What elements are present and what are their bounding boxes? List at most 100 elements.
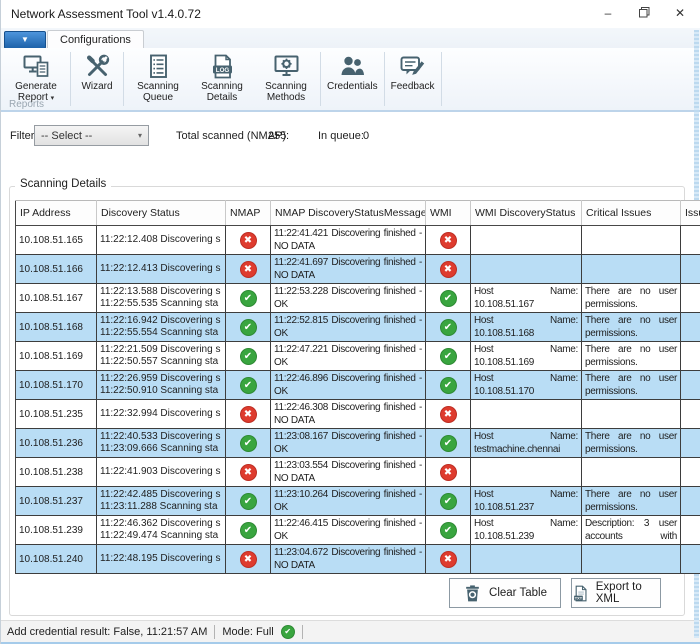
tools-icon bbox=[84, 52, 111, 80]
chevron-down-icon: ▾ bbox=[51, 95, 55, 102]
cell-issue-score: 0 bbox=[681, 226, 700, 255]
error-status-icon: ✖ bbox=[440, 551, 457, 568]
cell-wmi-status: ✖ bbox=[426, 545, 471, 574]
success-status-icon: ✔ bbox=[440, 493, 457, 510]
cell-issue-score: 80 bbox=[681, 342, 700, 371]
ribbon-button-label: Wizard bbox=[81, 81, 112, 92]
ribbon-button-scanning-queue[interactable]: Scanning Queue bbox=[126, 51, 190, 103]
app-menu-button[interactable]: ▼ bbox=[4, 31, 46, 49]
cell-nmap-status: ✖ bbox=[226, 255, 271, 284]
cell-critical-issues: There are no user permissions. bbox=[582, 342, 681, 371]
table-row-10.108.51.238[interactable]: 10.108.51.23811:22:41.903 Discovering s✖… bbox=[16, 458, 700, 487]
table-row-10.108.51.239[interactable]: 10.108.51.23911:22:46.362 Discovering s1… bbox=[16, 516, 700, 545]
status-bar: Add credential result: False, 11:21:57 A… bbox=[1, 620, 700, 642]
cell-nmap-status: ✔ bbox=[226, 371, 271, 400]
table-row-10.108.51.237[interactable]: 10.108.51.23711:22:42.485 Discovering s1… bbox=[16, 487, 700, 516]
cell-wmi-status: ✔ bbox=[426, 284, 471, 313]
cell-wmi-status: ✔ bbox=[426, 487, 471, 516]
cell-discovery-status: 11:22:41.903 Discovering s bbox=[97, 458, 226, 487]
ribbon-toolbar: Generate Report ▾WizardScanning QueueLOG… bbox=[1, 48, 700, 112]
filter-selected-value: -- Select -- bbox=[41, 130, 92, 142]
ribbon-button-wizard[interactable]: Wizard bbox=[73, 51, 121, 92]
close-button[interactable]: ✕ bbox=[662, 0, 698, 25]
mode-text: Mode: Full bbox=[222, 626, 273, 638]
column-header-nmap-discoverystatusmessage[interactable]: NMAP DiscoveryStatusMessage bbox=[271, 201, 426, 226]
column-header-wmi[interactable]: WMI bbox=[426, 201, 471, 226]
cell-discovery-status: 11:22:12.408 Discovering s bbox=[97, 226, 226, 255]
table-row-10.108.51.167[interactable]: 10.108.51.16711:22:13.588 Discovering s1… bbox=[16, 284, 700, 313]
cell-critical-issues bbox=[582, 226, 681, 255]
cell-issue-score: 0 bbox=[681, 429, 700, 458]
cell-nmap-message: 11:22:46.896 Discovering finished - OK bbox=[271, 371, 426, 400]
error-status-icon: ✖ bbox=[440, 406, 457, 423]
cell-discovery-status: 11:22:16.942 Discovering s11:22:55.554 S… bbox=[97, 313, 226, 342]
tab-configurations[interactable]: Configurations bbox=[47, 30, 144, 49]
cell-ip-address: 10.108.51.167 bbox=[16, 284, 97, 313]
scanning-details-table: IP AddressDiscovery StatusNMAPNMAP Disco… bbox=[15, 200, 700, 574]
column-header-issue-score[interactable]: Issue Score bbox=[681, 201, 700, 226]
cell-wmi-discovery-status bbox=[471, 400, 582, 429]
success-status-icon: ✔ bbox=[240, 522, 257, 539]
feedback-note-icon bbox=[399, 52, 426, 80]
column-header-nmap[interactable]: NMAP bbox=[226, 201, 271, 226]
cell-issue-score: 0 bbox=[681, 545, 700, 574]
cell-issue-score: 0 bbox=[681, 400, 700, 429]
cell-ip-address: 10.108.51.236 bbox=[16, 429, 97, 458]
cell-discovery-status: 11:22:48.195 Discovering s bbox=[97, 545, 226, 574]
table-row-10.108.51.169[interactable]: 10.108.51.16911:22:21.509 Discovering s1… bbox=[16, 342, 700, 371]
table-row-10.108.51.240[interactable]: 10.108.51.24011:22:48.195 Discovering s ✖… bbox=[16, 545, 700, 574]
cell-discovery-status: 11:22:46.362 Discovering s11:22:49.474 S… bbox=[97, 516, 226, 545]
error-status-icon: ✖ bbox=[240, 406, 257, 423]
ribbon-button-feedback[interactable]: Feedback bbox=[387, 51, 439, 92]
minimize-button[interactable]: – bbox=[590, 0, 626, 25]
column-header-discovery-status[interactable]: Discovery Status bbox=[97, 201, 226, 226]
clear-table-button[interactable]: Clear Table bbox=[449, 578, 561, 608]
table-row-10.108.51.168[interactable]: 10.108.51.16811:22:16.942 Discovering s1… bbox=[16, 313, 700, 342]
export-to-xml-button[interactable]: TXT Export to XML bbox=[571, 578, 661, 608]
cell-discovery-status: 11:22:21.509 Discovering s11:22:50.557 S… bbox=[97, 342, 226, 371]
ribbon-button-scanning-methods[interactable]: Scanning Methods bbox=[254, 51, 318, 103]
cell-nmap-message: 11:22:52.815 Discovering finished - OK bbox=[271, 313, 426, 342]
cell-wmi-status: ✔ bbox=[426, 429, 471, 458]
cell-nmap-message: 11:22:46.415 Discovering finished - OK bbox=[271, 516, 426, 545]
mode-ok-icon: ✔ bbox=[281, 625, 295, 639]
cell-issue-score: 80 bbox=[681, 516, 700, 545]
error-status-icon: ✖ bbox=[240, 551, 257, 568]
success-status-icon: ✔ bbox=[240, 377, 257, 394]
table-row-10.108.51.235[interactable]: 10.108.51.23511:22:32.994 Discovering s✖… bbox=[16, 400, 700, 429]
cell-wmi-discovery-status: Host Name: 10.108.51.168 bbox=[471, 313, 582, 342]
ribbon-group-separator bbox=[384, 52, 385, 106]
ribbon-button-credentials[interactable]: Credentials bbox=[323, 51, 382, 92]
cell-ip-address: 10.108.51.168 bbox=[16, 313, 97, 342]
statusbar-separator bbox=[302, 625, 303, 639]
column-header-ip-address[interactable]: IP Address bbox=[16, 201, 97, 226]
cell-discovery-status: 11:22:32.994 Discovering s bbox=[97, 400, 226, 429]
cell-ip-address: 10.108.51.169 bbox=[16, 342, 97, 371]
log-document-icon: LOG bbox=[209, 52, 236, 80]
cell-ip-address: 10.108.51.240 bbox=[16, 545, 97, 574]
groupbox-title: Scanning Details bbox=[15, 178, 111, 190]
table-row-10.108.51.166[interactable]: 10.108.51.16611:22:12.413 Discovering s✖… bbox=[16, 255, 700, 284]
cell-issue-score: 0 bbox=[681, 487, 700, 516]
column-header-critical-issues[interactable]: Critical Issues bbox=[582, 201, 681, 226]
cell-critical-issues: There are no user permissions. bbox=[582, 487, 681, 516]
success-status-icon: ✔ bbox=[240, 290, 257, 307]
cell-nmap-status: ✖ bbox=[226, 545, 271, 574]
table-row-10.108.51.165[interactable]: 10.108.51.16511:22:12.408 Discovering s✖… bbox=[16, 226, 700, 255]
table-row-10.108.51.236[interactable]: 10.108.51.23611:22:40.533 Discovering s1… bbox=[16, 429, 700, 458]
column-header-wmi-discoverystatus[interactable]: WMI DiscoveryStatus bbox=[471, 201, 582, 226]
cell-wmi-status: ✔ bbox=[426, 371, 471, 400]
cell-wmi-discovery-status bbox=[471, 458, 582, 487]
restore-button[interactable] bbox=[626, 0, 662, 25]
in-queue-label: In queue: bbox=[318, 130, 364, 142]
monitor-gear-icon bbox=[273, 52, 300, 80]
ribbon-button-scanning-details[interactable]: LOGScanning Details bbox=[190, 51, 254, 103]
table-row-10.108.51.170[interactable]: 10.108.51.17011:22:26.959 Discovering s1… bbox=[16, 371, 700, 400]
cell-wmi-discovery-status: Host Name: 10.108.51.239 bbox=[471, 516, 582, 545]
error-status-icon: ✖ bbox=[240, 232, 257, 249]
cell-critical-issues: There are no user permissions. bbox=[582, 429, 681, 458]
ribbon-button-generate-report[interactable]: Generate Report ▾ bbox=[4, 51, 68, 104]
cell-critical-issues bbox=[582, 545, 681, 574]
filter-select[interactable]: -- Select -- ▾ bbox=[34, 125, 149, 146]
cell-nmap-status: ✖ bbox=[226, 400, 271, 429]
